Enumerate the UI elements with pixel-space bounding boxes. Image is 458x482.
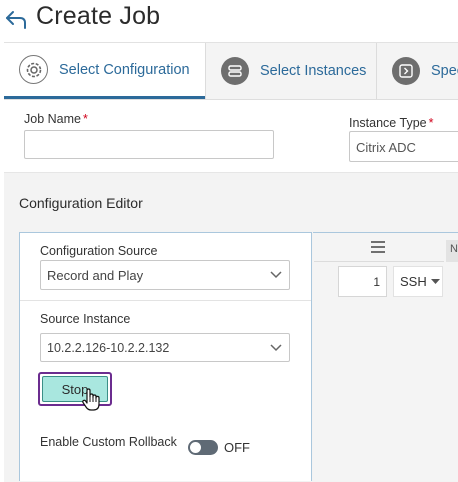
protocol-value: SSH <box>400 274 427 289</box>
toggle-knob <box>190 442 201 453</box>
step-select-configuration[interactable]: Select Configuration <box>4 43 205 99</box>
step-select-instances[interactable]: Select Instances <box>206 43 376 99</box>
step-label: Spec <box>431 63 458 79</box>
divider <box>20 300 311 301</box>
hamburger-menu-icon[interactable] <box>370 240 386 254</box>
custom-rollback-label: Enable Custom Rollback <box>40 435 177 449</box>
tab-n[interactable]: N <box>446 240 458 262</box>
step-label: Select Instances <box>260 63 367 79</box>
hand-cursor-icon <box>82 388 100 411</box>
configuration-source-select[interactable]: Record and Play <box>40 260 290 290</box>
custom-rollback-toggle[interactable] <box>188 440 218 455</box>
configuration-source-value: Record and Play <box>47 267 144 283</box>
specify-icon <box>392 57 420 85</box>
gear-icon <box>19 55 48 84</box>
configuration-editor-title: Configuration Editor <box>19 195 143 211</box>
instance-type-label: Instance Type * <box>349 116 434 130</box>
instances-icon <box>221 57 249 85</box>
chevron-down-icon <box>270 271 282 279</box>
line-number: 1 <box>338 266 387 297</box>
job-name-input[interactable] <box>24 130 274 159</box>
source-instance-value: 10.2.2.126-10.2.2.132 <box>47 340 170 355</box>
source-instance-select[interactable]: 10.2.2.126-10.2.2.132 <box>40 333 290 362</box>
step-specify[interactable]: Spec <box>377 43 458 99</box>
back-arrow-icon[interactable] <box>4 8 28 30</box>
configuration-source-label: Configuration Source <box>40 244 158 258</box>
custom-rollback-state: OFF <box>224 440 250 455</box>
instance-type-select[interactable]: Citrix ADC <box>349 131 458 162</box>
job-name-label: Job Name * <box>24 112 88 126</box>
page-title: Create Job <box>36 2 161 30</box>
chevron-down-icon <box>270 343 282 351</box>
step-label: Select Configuration <box>59 61 190 78</box>
protocol-select[interactable]: SSH <box>393 266 443 297</box>
caret-down-icon <box>430 278 440 284</box>
wizard-steps: Select Configuration Select Instances Sp… <box>4 42 458 100</box>
source-instance-label: Source Instance <box>40 312 131 326</box>
